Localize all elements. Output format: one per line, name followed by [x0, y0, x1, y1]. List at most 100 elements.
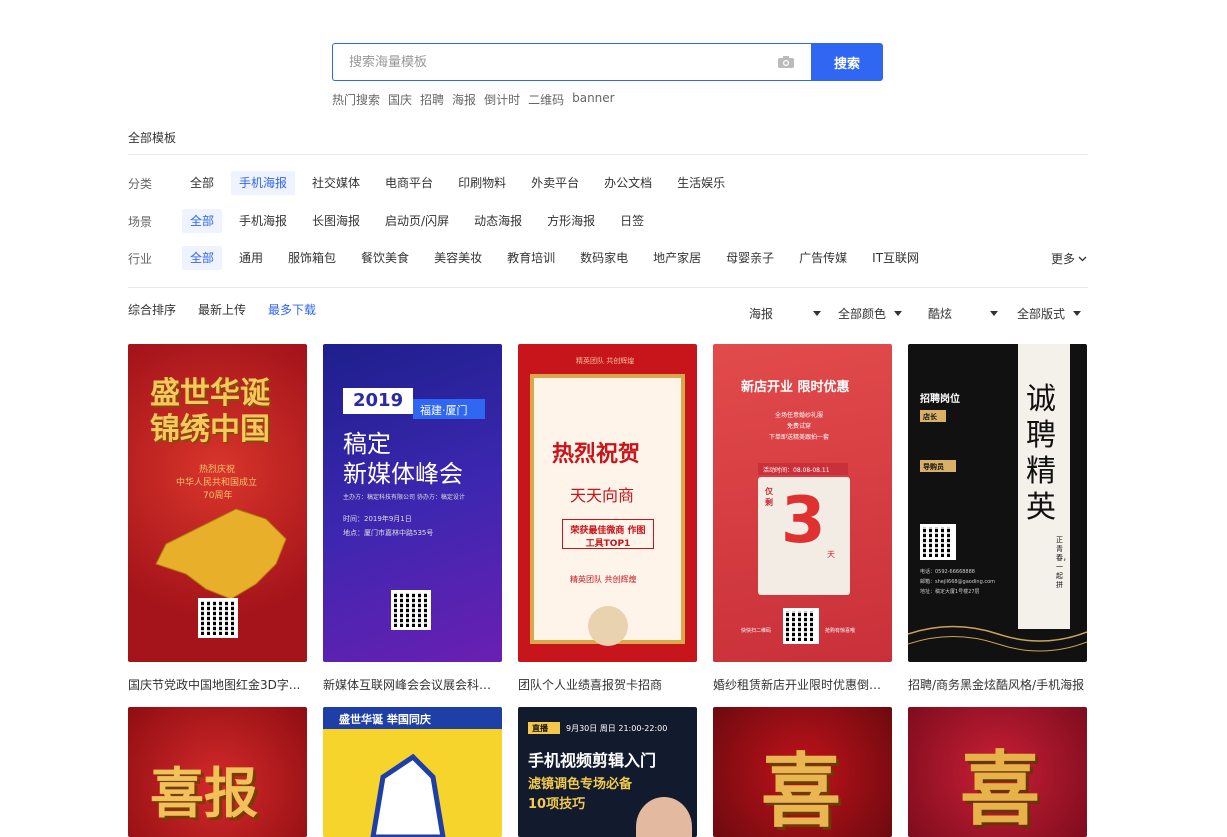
sort-option[interactable]: 最新上传 [198, 301, 246, 318]
template-caption[interactable]: 团队个人业绩喜报贺卡招商 [518, 676, 697, 693]
hot-search: 热门搜索 国庆 招聘 海报 倒计时 二维码 banner [332, 91, 615, 108]
caret-down-icon [813, 311, 822, 316]
template-thumbnail[interactable]: 新店开业 限时优惠 全场任意婚纱礼服 免费试穿 下单即送精美跟拍一套 活动时间：… [713, 344, 892, 662]
template-thumbnail[interactable]: 喜报 [128, 707, 307, 837]
category-chip[interactable]: 办公文档 [596, 171, 660, 195]
industry-label: 行业 [128, 251, 153, 266]
hot-search-item[interactable]: 国庆 [388, 91, 412, 108]
template-card[interactable]: 2019 福建·厦门 稿定 新媒体峰会 主办方：稿定科技有限公司 协办方：稿定设… [323, 344, 502, 662]
hot-search-item[interactable]: banner [572, 91, 615, 108]
template-card[interactable]: 喜 [713, 707, 892, 837]
poster-text: 邮箱：shejil668@gaoding.com [920, 579, 996, 585]
category-chip[interactable]: 手机海报 [231, 171, 296, 195]
industry-chip[interactable]: 餐饮美食 [353, 246, 417, 270]
template-card[interactable]: 喜报 [128, 707, 307, 837]
scene-chip[interactable]: 启动页/闪屏 [377, 209, 457, 233]
filter-layout[interactable]: 全部版式 [1017, 305, 1082, 322]
template-card[interactable]: 直播 9月30日 周日 21:00-22:00 手机视频剪辑入门 滤镜调色专场必… [518, 707, 697, 837]
template-thumbnail[interactable]: 2019 福建·厦门 稿定 新媒体峰会 主办方：稿定科技有限公司 协办方：稿定设… [323, 344, 502, 662]
template-thumbnail[interactable]: 盛世华诞 锦绣中国 热烈庆祝 中华人民共和国成立 70周年 [128, 344, 307, 662]
poster-text: 导购员 [923, 463, 944, 471]
industry-chip[interactable]: 教育培训 [499, 246, 563, 270]
chevron-down-icon [1078, 256, 1087, 261]
category-chip[interactable]: 生活娱乐 [669, 171, 733, 195]
industry-chip[interactable]: 服饰箱包 [280, 246, 344, 270]
template-caption[interactable]: 招聘/商务黑金炫酷风格/手机海报 [908, 676, 1087, 693]
industry-chip[interactable]: 广告传媒 [791, 246, 855, 270]
category-chip[interactable]: 全部 [182, 171, 222, 195]
template-thumbnail[interactable]: 招聘岗位 店长 导购员 诚聘精英 正青春，一起拼 电话：0592-6666888… [908, 344, 1087, 662]
template-thumbnail[interactable]: 喜 [908, 707, 1087, 837]
poster-text: 地点：厦门市嘉林中路535号 [343, 529, 434, 537]
scene-chip[interactable]: 日签 [612, 209, 652, 233]
poster-text: 正青春，一起拼 [1056, 536, 1070, 589]
industry-chip[interactable]: 通用 [231, 246, 271, 270]
countdown-number: 3 [781, 484, 826, 558]
poster-title: 新媒体峰会 [343, 460, 463, 488]
industry-chip[interactable]: 美容美妆 [426, 246, 490, 270]
template-card[interactable]: 喜 [908, 707, 1087, 837]
category-chip[interactable]: 电商平台 [377, 171, 441, 195]
template-caption[interactable]: 婚纱租赁新店开业限时优惠倒计... [713, 676, 892, 693]
template-card[interactable]: 盛世华诞 举国同庆 [323, 707, 502, 837]
more-label: 更多 [1050, 252, 1075, 266]
scene-chip[interactable]: 长图海报 [304, 209, 368, 233]
sort-option[interactable]: 综合排序 [128, 301, 176, 318]
template-card[interactable]: 招聘岗位 店长 导购员 诚聘精英 正青春，一起拼 电话：0592-6666888… [908, 344, 1087, 662]
qr-code [391, 590, 431, 630]
sort-bar: 综合排序 最新上传 最多下载 [128, 301, 316, 318]
category-chip[interactable]: 社交媒体 [304, 171, 368, 195]
template-card[interactable]: 精英团队 共创辉煌 热烈祝贺 天天向商 荣获最佳微商 作图工具TOP1 精英团队… [518, 344, 697, 662]
search-button[interactable]: 搜索 [811, 43, 883, 81]
filter-color[interactable]: 全部颜色 [838, 305, 903, 322]
industry-chip[interactable]: IT互联网 [864, 246, 927, 270]
hot-search-item[interactable]: 二维码 [528, 91, 564, 108]
industry-chip[interactable]: 全部 [182, 246, 223, 270]
industry-chip[interactable]: 地产家居 [645, 246, 709, 270]
category-chip[interactable]: 外卖平台 [523, 171, 587, 195]
camera-icon[interactable] [777, 55, 795, 69]
divider [128, 287, 1088, 288]
industry-chip[interactable]: 母婴亲子 [718, 246, 782, 270]
template-card[interactable]: 盛世华诞 锦绣中国 热烈庆祝 中华人民共和国成立 70周年 [128, 344, 307, 662]
poster-text: 仅剩 [765, 487, 773, 507]
template-thumbnail[interactable]: 直播 9月30日 周日 21:00-22:00 手机视频剪辑入门 滤镜调色专场必… [518, 707, 697, 837]
poster-text: 天 [827, 550, 835, 559]
template-caption[interactable]: 国庆节党政中国地图红金3D字... [128, 676, 307, 693]
template-thumbnail[interactable]: 盛世华诞 举国同庆 [323, 707, 502, 837]
search-input[interactable] [349, 54, 769, 70]
template-thumbnail[interactable]: 精英团队 共创辉煌 热烈祝贺 天天向商 荣获最佳微商 作图工具TOP1 精英团队… [518, 344, 697, 662]
poster-text: 70周年 [203, 491, 233, 501]
template-caption[interactable]: 新媒体互联网峰会会议展会科技... [323, 676, 502, 693]
poster-title: 新店开业 限时优惠 [741, 380, 850, 395]
scene-row: 场景 全部 手机海报 长图海报 启动页/闪屏 动态海报 方形海报 日签 [128, 209, 661, 233]
poster-text: 电话：0592-66668888 [920, 569, 975, 575]
more-button[interactable]: 更多 [1051, 250, 1087, 267]
category-row: 分类 全部 手机海报 社交媒体 电商平台 印刷物料 外卖平台 办公文档 生活娱乐 [128, 171, 742, 195]
poster-title: 手机视频剪辑入门 [528, 751, 657, 770]
poster-text: 10项技巧 [528, 797, 586, 812]
poster-text: 荣获最佳微商 作图工具TOP1 [570, 526, 646, 549]
caret-down-icon [894, 311, 903, 316]
category-chip[interactable]: 印刷物料 [450, 171, 514, 195]
hot-search-item[interactable]: 倒计时 [484, 91, 520, 108]
scene-chip[interactable]: 全部 [182, 209, 223, 233]
sort-option[interactable]: 最多下载 [268, 301, 316, 318]
filter-type[interactable]: 海报 [749, 305, 822, 322]
scene-chip[interactable]: 方形海报 [539, 209, 603, 233]
template-thumbnail[interactable]: 喜 [713, 707, 892, 837]
industry-chip[interactable]: 数码家电 [572, 246, 636, 270]
hot-search-item[interactable]: 招聘 [420, 91, 444, 108]
scene-chip[interactable]: 手机海报 [231, 209, 295, 233]
filter-style-label: 酷炫 [928, 307, 953, 321]
poster-text: 中华人民共和国成立 [176, 478, 258, 488]
hot-search-item[interactable]: 海报 [452, 91, 476, 108]
search-bar: 搜索 [332, 43, 883, 81]
filter-style[interactable]: 酷炫 [928, 305, 999, 322]
template-card[interactable]: 新店开业 限时优惠 全场任意婚纱礼服 免费试穿 下单即送精美跟拍一套 活动时间：… [713, 344, 892, 662]
all-templates-title: 全部模板 [128, 131, 177, 145]
scene-chip[interactable]: 动态海报 [466, 209, 530, 233]
gold-wave-icon [908, 625, 1087, 652]
divider [128, 154, 1088, 155]
search-box[interactable] [332, 43, 811, 81]
